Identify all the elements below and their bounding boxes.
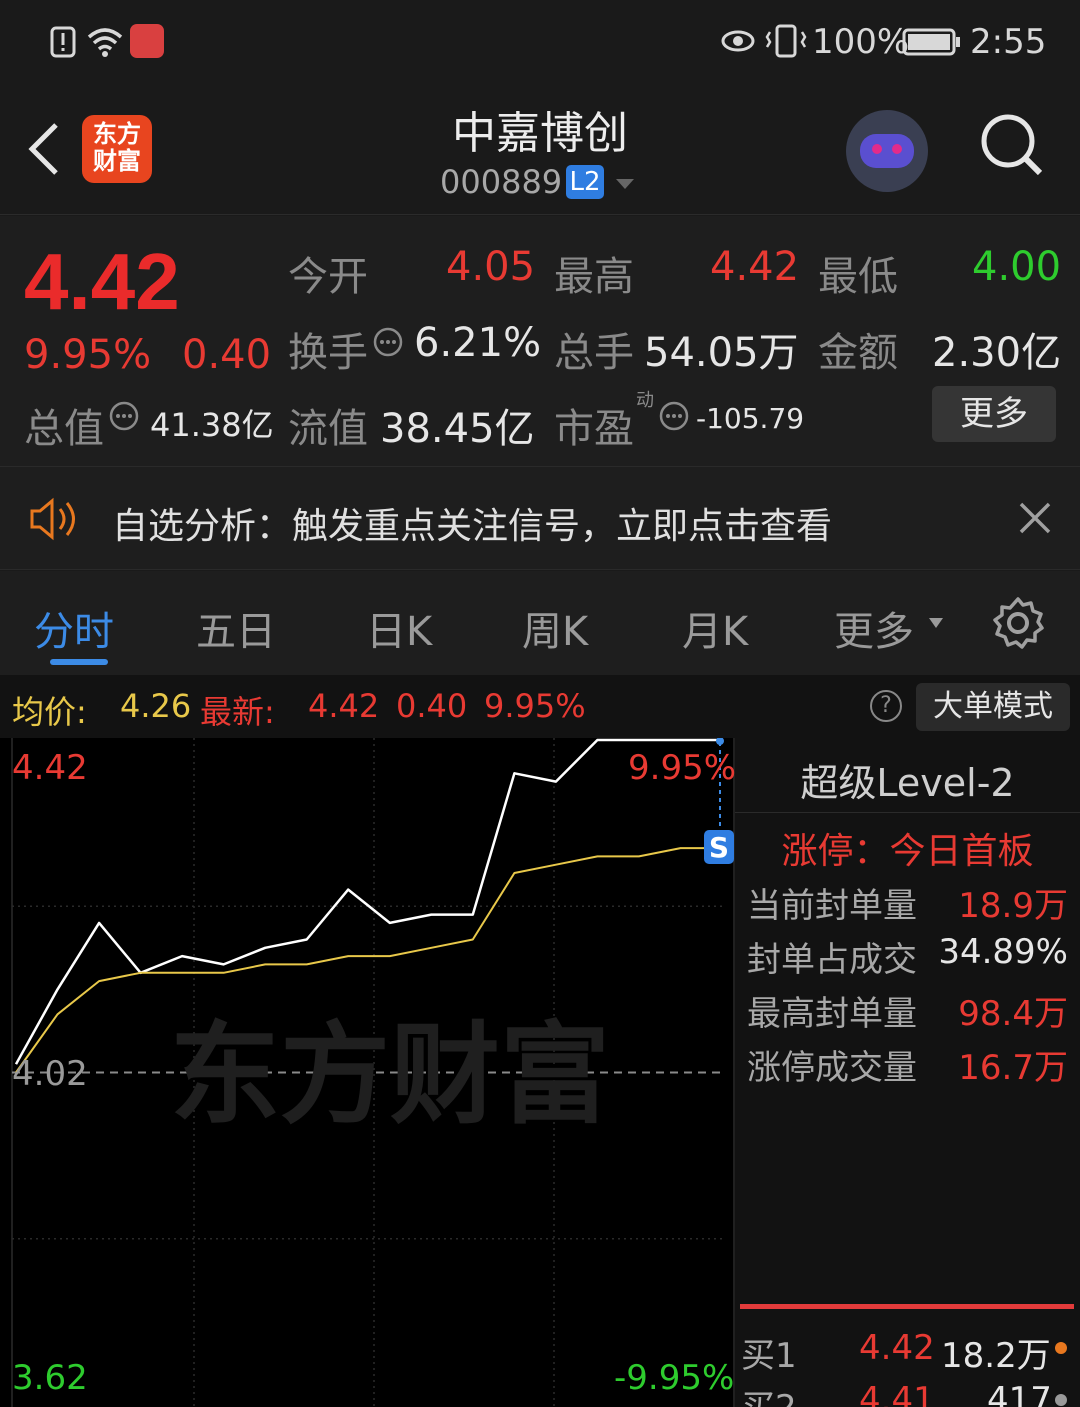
tab-week-k[interactable]: 周K <box>522 599 588 657</box>
change-amount: 0.40 <box>182 332 272 378</box>
low-value: 4.00 <box>972 244 1062 290</box>
mktcap-label: 总值 <box>24 406 104 452</box>
assistant-mascot-icon[interactable] <box>846 110 928 192</box>
max-seal-label: 最高封单量 <box>747 994 917 1034</box>
axis-top-price: 4.42 <box>12 748 88 788</box>
limit-volume-value: 16.7万 <box>958 1048 1068 1088</box>
last-price: 4.42 <box>24 237 180 326</box>
battery-icon <box>902 28 960 56</box>
huawei-store-icon <box>130 24 164 58</box>
axis-top-pct: 9.95% <box>628 748 737 788</box>
limit-status: 涨停：今日首板 <box>781 831 1034 872</box>
eye-icon <box>721 30 755 52</box>
notice-banner[interactable]: 自选分析：触发重点关注信号，立即点击查看 <box>0 466 1080 570</box>
period-tabs: 分时 五日 日K 周K 月K 更多 <box>0 571 1080 675</box>
high-label: 最高 <box>554 254 634 300</box>
big-order-mode-button[interactable]: 大单模式 <box>916 683 1070 731</box>
last-label: 最新: <box>200 693 275 731</box>
wifi-icon <box>87 28 123 57</box>
watermark: 东方财富 <box>170 1011 610 1139</box>
seal-ratio-value: 34.89% <box>938 932 1068 972</box>
info-dots-icon[interactable] <box>658 400 690 432</box>
s-marker-label: S <box>709 831 729 864</box>
vibrate-icon <box>765 24 807 58</box>
last-change: 0.40 <box>396 687 468 725</box>
clock: 2:55 <box>970 22 1047 62</box>
tab-intraday[interactable]: 分时 <box>34 599 114 657</box>
quote-panel: 4.42 9.95% 0.40 今开 4.05 最高 4.42 最低 4.00 … <box>0 216 1080 466</box>
seal-ratio-label: 封单占成交 <box>747 940 917 980</box>
status-bar: 100% 2:55 <box>0 0 1080 85</box>
pe-value: -105.79 <box>696 402 805 435</box>
avg-label: 均价: <box>12 693 87 731</box>
tab-month-k[interactable]: 月K <box>682 599 748 657</box>
level2-title[interactable]: 超级Level-2 <box>735 752 1080 807</box>
limit-volume-label: 涨停成交量 <box>747 1048 917 1088</box>
intraday-chart[interactable]: 东方财富 S 4.42 9.95% 4.02 3.62 -9.95% <box>0 737 737 1407</box>
battery-percent: 100% <box>812 22 910 62</box>
amount-label: 金额 <box>818 330 898 376</box>
bid1-label: 买1 <box>741 1336 797 1376</box>
chevron-down-icon[interactable] <box>614 177 636 191</box>
pe-label: 市盈 <box>554 406 634 452</box>
bid2-dot <box>1055 1394 1067 1406</box>
amount-value: 2.30亿 <box>932 330 1062 376</box>
axis-mid-price: 4.02 <box>12 1054 88 1094</box>
float-label: 流值 <box>288 406 368 452</box>
volume-value: 54.05万 <box>644 330 799 376</box>
change-percent: 9.95% <box>24 332 152 378</box>
price-info-line: 均价: 4.26 最新: 4.42 0.40 9.95% ? 大单模式 <box>0 675 1080 738</box>
gear-icon[interactable] <box>990 595 1046 651</box>
mktcap-value: 41.38亿 <box>150 406 274 444</box>
alert-icon <box>50 26 76 58</box>
axis-bottom-pct: -9.95% <box>614 1358 735 1398</box>
seal-volume-value: 18.9万 <box>958 886 1068 926</box>
last-pct: 9.95% <box>484 687 586 725</box>
last-value: 4.42 <box>308 687 380 725</box>
open-label: 今开 <box>288 254 368 300</box>
tab-more[interactable]: 更多 <box>834 599 914 657</box>
bid2-volume: 417 <box>987 1380 1052 1407</box>
turnover-label: 换手 <box>288 330 368 376</box>
bid2-label: 买2 <box>741 1380 797 1407</box>
help-icon[interactable]: ? <box>870 690 902 722</box>
info-dots-icon[interactable] <box>372 326 404 358</box>
caret-down-icon[interactable] <box>928 617 944 629</box>
tab-five-day[interactable]: 五日 <box>196 599 276 657</box>
order-book-divider <box>740 1304 1074 1309</box>
close-icon[interactable] <box>1018 501 1052 535</box>
open-value: 4.05 <box>446 244 536 290</box>
turnover-value: 6.21% <box>414 320 542 366</box>
search-icon[interactable] <box>980 113 1042 175</box>
seal-volume-label: 当前封单量 <box>747 886 917 926</box>
tab-underline <box>50 659 108 665</box>
divider <box>735 812 1080 813</box>
bid1-volume: 18.2万 <box>941 1336 1051 1376</box>
bid1-price: 4.42 <box>859 1328 935 1368</box>
stock-header: 东方财富 中嘉博创 000889 L2 <box>0 85 1080 215</box>
speaker-icon <box>30 497 75 541</box>
bid2-price: 4.41 <box>859 1380 935 1407</box>
high-value: 4.42 <box>710 244 800 290</box>
low-label: 最低 <box>818 254 898 300</box>
volume-label: 总手 <box>554 330 634 376</box>
chart-svg: 东方财富 S <box>11 737 735 1407</box>
level2-badge[interactable]: L2 <box>566 165 604 199</box>
info-dots-icon[interactable] <box>108 400 140 432</box>
more-button[interactable]: 更多 <box>932 386 1056 442</box>
tab-day-k[interactable]: 日K <box>366 599 432 657</box>
float-value: 38.45亿 <box>380 406 535 452</box>
notice-text: 自选分析：触发重点关注信号，立即点击查看 <box>112 506 833 547</box>
marker-dot <box>716 737 724 745</box>
avg-value: 4.26 <box>120 687 192 725</box>
axis-bottom-price: 3.62 <box>12 1358 88 1398</box>
max-seal-value: 98.4万 <box>958 994 1068 1034</box>
pe-type: 动 <box>636 390 654 411</box>
bid1-dot <box>1055 1342 1067 1354</box>
stock-code: 000889 <box>440 163 563 201</box>
level2-panel: 超级Level-2 涨停：今日首板 当前封单量 18.9万 封单占成交 34.8… <box>735 738 1080 1407</box>
